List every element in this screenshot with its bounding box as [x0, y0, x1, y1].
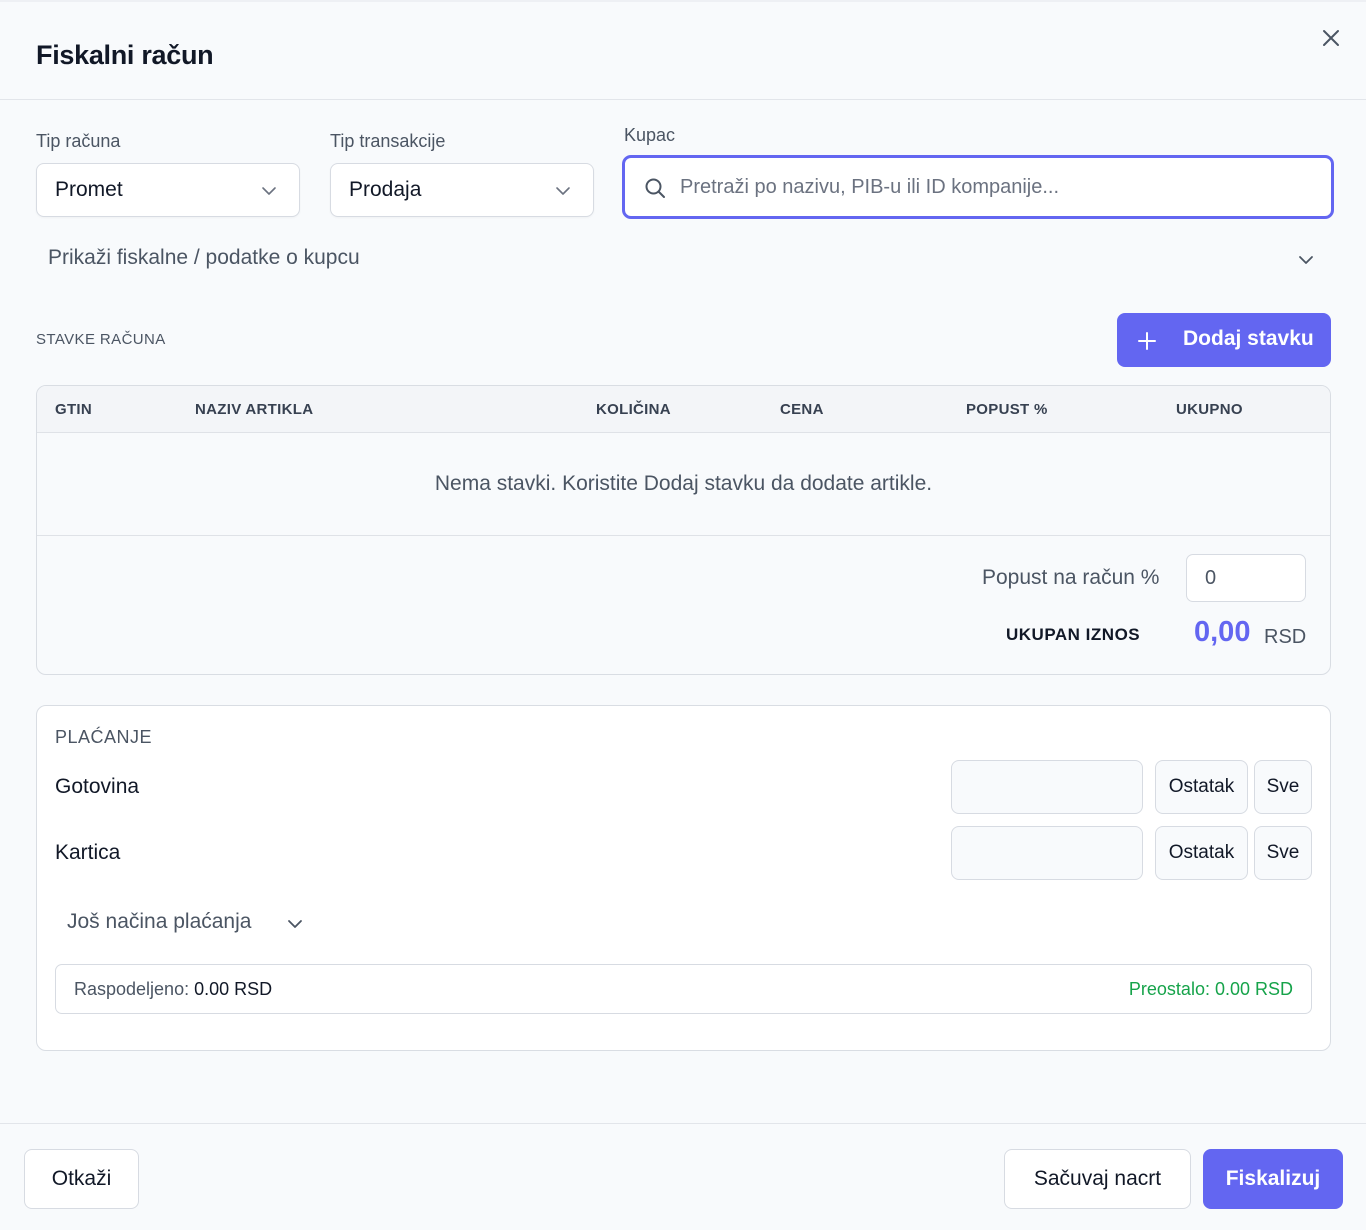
transaction-type-label: Tip transakcije — [330, 131, 446, 151]
receipt-discount-input[interactable] — [1186, 554, 1306, 602]
allocated-value: 0.00 RSD — [194, 979, 273, 999]
cash-remainder-button[interactable]: Ostatak — [1155, 760, 1248, 814]
empty-items-message: Nema stavki. Koristite Dodaj stavku da d… — [434, 472, 933, 495]
payment-method-card-label: Kartica — [55, 841, 121, 864]
close-icon[interactable] — [1317, 24, 1345, 52]
chevron-down-icon — [288, 920, 302, 928]
chevron-down-icon — [556, 187, 570, 195]
cancel-button[interactable]: Otkaži — [24, 1149, 139, 1209]
dialog-header: Fiskalni račun — [0, 0, 1366, 100]
total-amount-label: UKUPAN IZNOS — [1006, 625, 1141, 644]
transaction-type-select[interactable]: Prodaja — [330, 163, 594, 217]
cash-amount-input[interactable] — [951, 760, 1143, 814]
card-all-button[interactable]: Sve — [1254, 826, 1312, 880]
column-header-total: UKUPNO — [1176, 401, 1243, 418]
search-icon — [645, 178, 665, 198]
items-table: GTIN NAZIV ARTIKLA KOLIČINA CENA POPUST … — [36, 385, 1331, 675]
card-amount-input[interactable] — [951, 826, 1143, 880]
column-header-name: NAZIV ARTIKLA — [195, 401, 314, 418]
chevron-down-icon — [262, 187, 276, 195]
receipt-type-value: Promet — [55, 178, 123, 201]
receipt-type-select[interactable]: Promet — [36, 163, 300, 217]
fiscalize-button[interactable]: Fiskalizuj — [1203, 1149, 1343, 1209]
items-section-title: STAVKE RAČUNA — [36, 331, 166, 348]
allocated-summary: Raspodeljeno: 0.00 RSD — [74, 979, 272, 1000]
column-header-quantity: KOLIČINA — [596, 401, 671, 418]
remaining-summary: Preostalo: 0.00 RSD — [1128, 979, 1293, 999]
payment-title: PLAĆANJE — [55, 727, 153, 747]
total-amount-value: 0,00 — [1194, 616, 1251, 648]
fiscal-data-toggle-label: Prikaži fiskalne / podatke o kupcu — [48, 246, 360, 269]
add-item-button[interactable]: Dodaj stavku — [1117, 313, 1331, 367]
allocation-summary: Raspodeljeno: 0.00 RSD Preostalo: 0.00 R… — [55, 964, 1312, 1014]
column-header-gtin: GTIN — [55, 401, 93, 418]
total-amount-currency: RSD — [1264, 626, 1307, 648]
customer-search — [622, 155, 1334, 219]
transaction-type-value: Prodaja — [349, 178, 422, 201]
plus-icon — [1138, 332, 1156, 350]
cash-all-button[interactable]: Sve — [1254, 760, 1312, 814]
table-header: GTIN NAZIV ARTIKLA KOLIČINA CENA POPUST … — [37, 386, 1330, 433]
customer-search-input[interactable] — [680, 168, 1310, 206]
dialog-title: Fiskalni račun — [36, 40, 214, 70]
payment-method-cash-label: Gotovina — [55, 775, 140, 798]
more-payment-methods-toggle[interactable]: Još načina plaćanja — [67, 908, 307, 938]
receipt-type-label: Tip računa — [36, 131, 121, 151]
card-remainder-button[interactable]: Ostatak — [1155, 826, 1248, 880]
more-payment-methods-label: Još načina plaćanja — [67, 910, 252, 933]
chevron-down-icon — [1299, 256, 1313, 264]
column-header-discount: POPUST % — [966, 401, 1048, 418]
receipt-discount-label: Popust na račun % — [982, 566, 1160, 589]
divider — [37, 535, 1330, 536]
add-item-button-label: Dodaj stavku — [1183, 327, 1314, 350]
save-draft-button[interactable]: Sačuvaj nacrt — [1004, 1149, 1191, 1209]
dialog-footer: Otkaži Sačuvaj nacrt Fiskalizuj — [0, 1123, 1366, 1230]
payment-card: PLAĆANJE Gotovina Ostatak Sve Kartica Os… — [36, 705, 1331, 1051]
column-header-price: CENA — [780, 401, 824, 418]
customer-label: Kupac — [624, 125, 676, 145]
fiscal-data-toggle[interactable]: Prikaži fiskalne / podatke o kupcu — [48, 244, 1318, 276]
allocated-label: Raspodeljeno: — [74, 979, 190, 999]
